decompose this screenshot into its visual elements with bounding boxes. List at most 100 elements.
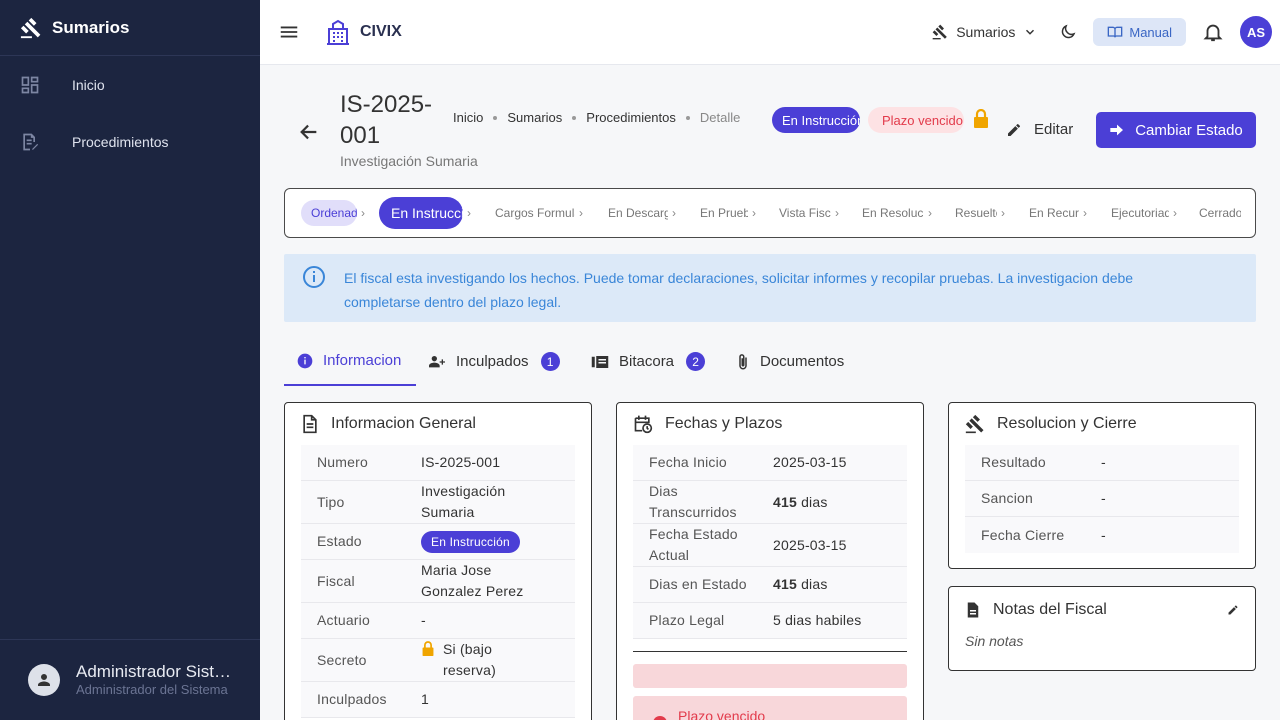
sidebar-item-procedimientos[interactable]: Procedimientos: [0, 113, 260, 170]
tab-label: Bitacora: [619, 353, 675, 370]
row-fecha-cierre: Fecha Cierre -: [965, 517, 1239, 553]
row-value: -: [1101, 454, 1106, 470]
step-ejecutoriado[interactable]: Ejecutoriado ›: [1111, 189, 1177, 237]
step-label: Cerrado: [1199, 206, 1241, 220]
chevron-right-icon: ›: [752, 206, 756, 220]
step-cargos[interactable]: Cargos Formulados ›: [495, 189, 583, 237]
sidebar-item-label: Procedimientos: [72, 133, 169, 150]
dark-mode-icon[interactable]: [1059, 23, 1077, 41]
card-title: Resolucion y Cierre: [997, 415, 1137, 432]
dashboard-icon: [21, 76, 39, 93]
user-name: Administrador Sistema: [76, 662, 236, 681]
user-avatar-button[interactable]: AS: [1240, 16, 1272, 48]
card-notas-fiscal: Notas del Fiscal Sin notas: [948, 586, 1256, 671]
manual-button[interactable]: Manual: [1093, 18, 1186, 46]
step-label: Cargos Formulados: [495, 206, 575, 220]
breadcrumb-separator: [493, 115, 498, 120]
menu-icon[interactable]: [278, 21, 300, 43]
info-alert: El fiscal esta investigando los hechos. …: [284, 254, 1256, 322]
sidebar-item-inicio[interactable]: Inicio: [0, 56, 260, 113]
row-sancion: Sancion -: [965, 481, 1239, 517]
row-key: Sancion: [981, 490, 1033, 506]
step-en-instruccion[interactable]: En Instrucción ›: [379, 189, 471, 237]
row-value: Investigación Sumaria: [421, 483, 506, 520]
module-select-label: Sumarios: [956, 24, 1016, 40]
row-dias-transcurridos: Dias Transcurridos 415 dias: [633, 481, 907, 524]
row-value: -: [1101, 490, 1106, 506]
edit-button[interactable]: Editar: [1006, 121, 1073, 138]
row-value: IS-2025-001: [421, 454, 501, 470]
row-dias-en-estado: Dias en Estado 415 dias: [633, 567, 907, 603]
tabs: Informacion Inculpados 1 Bitacora 2 Docu…: [284, 337, 1256, 387]
card-header: Informacion General: [285, 403, 591, 445]
row-key: Fecha Estado Actual: [649, 526, 738, 563]
step-label: En Descargos: [608, 206, 668, 220]
step-prueba[interactable]: En Prueba ›: [700, 189, 756, 237]
step-resuelto[interactable]: Resuelto ›: [955, 189, 1005, 237]
tab-inculpados[interactable]: Inculpados 1: [428, 337, 560, 386]
row-key: Tipo: [317, 493, 345, 510]
alert-dot-icon: [653, 716, 667, 720]
row-key: Plazo Legal: [649, 612, 725, 628]
row-secreto: Secreto Si (bajo reserva): [301, 639, 575, 682]
chevron-right-icon: ›: [1173, 206, 1177, 220]
book-log-icon: [591, 355, 609, 368]
user-role: Administrador del Sistema: [76, 682, 228, 697]
row-tipo: Tipo Investigación Sumaria: [301, 481, 575, 524]
bell-icon[interactable]: [1202, 21, 1224, 43]
step-ordenado[interactable]: Ordenado ›: [301, 189, 365, 237]
change-state-button[interactable]: Cambiar Estado: [1096, 112, 1256, 148]
row-value: 1: [421, 691, 429, 707]
tab-informacion[interactable]: Informacion: [284, 337, 416, 386]
step-descargos[interactable]: En Descargos ›: [608, 189, 676, 237]
deadline-badge-label: Plazo vencido: [882, 112, 963, 128]
info-icon: [303, 266, 325, 288]
tab-count-badge: 2: [686, 352, 706, 371]
row-key: Resultado: [981, 454, 1046, 470]
tab-label: Informacion: [323, 352, 402, 369]
book-icon: [1108, 26, 1123, 38]
sidebar: Sumarios Inicio Procedimientos Administr…: [0, 0, 260, 720]
row-value: Si (bajo reserva): [443, 641, 496, 678]
step-en-recurso[interactable]: En Recurso ›: [1029, 189, 1087, 237]
state-stepper: Ordenado › En Instrucción › Cargos Formula…: [284, 188, 1256, 238]
status-badge: En Instrucción: [772, 107, 860, 133]
edit-notes-icon[interactable]: [1227, 604, 1239, 616]
brand[interactable]: CIVIX: [324, 18, 402, 46]
card-resolucion-cierre: Resolucion y Cierre Resultado - Sancion - …: [948, 402, 1256, 569]
breadcrumb-detalle: Detalle: [699, 110, 741, 125]
general-table: Numero IS-2025-001 Tipo Investigación Suma…: [301, 445, 575, 718]
chevron-right-icon: ›: [467, 206, 471, 220]
row-value-unit: dias: [801, 493, 828, 510]
chevron-right-icon: ›: [1083, 206, 1087, 220]
info-text: El fiscal esta investigando los hechos. …: [344, 270, 1134, 310]
divider: [633, 651, 907, 652]
breadcrumb-procedimientos[interactable]: Procedimientos: [586, 110, 676, 125]
back-arrow-icon[interactable]: [298, 121, 320, 143]
row-fecha-estado-actual: Fecha Estado Actual 2025-03-15: [633, 524, 907, 567]
chevron-right-icon: ›: [672, 206, 676, 220]
tab-bitacora[interactable]: Bitacora 2: [591, 337, 706, 386]
user-avatar: [28, 664, 60, 696]
step-label: En Prueba: [700, 206, 748, 220]
card-header: Notas del Fiscal: [949, 587, 1255, 633]
tab-documentos[interactable]: Documentos: [736, 337, 844, 386]
main-content: IS-2025-001 Investigación Sumaria Inicio…: [260, 65, 1280, 720]
topbar: CIVIX Sumarios Manual AS: [260, 0, 1280, 65]
manual-label: Manual: [1129, 24, 1172, 40]
row-value: Maria Jose Gonzalez Perez: [421, 562, 524, 599]
row-inculpados: Inculpados 1: [301, 682, 575, 718]
deadline-badge: Plazo vencido: [868, 107, 964, 133]
step-label: Resuelto: [955, 206, 997, 220]
row-key: Numero: [317, 454, 368, 470]
step-cerrado[interactable]: Cerrado: [1199, 189, 1241, 237]
step-vista-fiscal[interactable]: Vista Fiscal ›: [779, 189, 839, 237]
gavel-icon: [965, 414, 984, 434]
step-en-resolucion[interactable]: En Resolución ›: [862, 189, 932, 237]
user-profile[interactable]: Administrador Sistema Administrador del …: [0, 639, 260, 720]
breadcrumb-sumarios[interactable]: Sumarios: [507, 110, 562, 125]
breadcrumb-inicio[interactable]: Inicio: [453, 110, 483, 125]
sidebar-title: Sumarios: [52, 17, 130, 37]
module-select[interactable]: Sumarios: [932, 24, 1037, 40]
row-fecha-inicio: Fecha Inicio 2025-03-15: [633, 445, 907, 481]
